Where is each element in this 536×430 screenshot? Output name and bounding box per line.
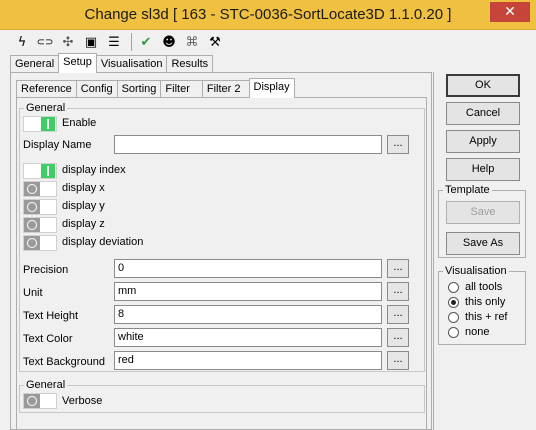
radio-all-tools[interactable]: all tools	[448, 281, 502, 293]
precision-browse-button[interactable]: ...	[387, 259, 409, 278]
puzzle-icon[interactable]: ✣	[58, 33, 78, 51]
radio-label: this + ref	[465, 311, 508, 323]
window-title: Change sl3d [ 163 - STC-0036-SortLocate3…	[84, 6, 452, 23]
general-group-title: General	[24, 102, 68, 114]
apply-button[interactable]: Apply	[446, 130, 520, 153]
display-x-toggle[interactable]	[23, 181, 57, 197]
checkmark-icon[interactable]: ✔	[136, 33, 156, 51]
general-group-2-title: General	[24, 379, 68, 391]
unit-browse-button[interactable]: ...	[387, 282, 409, 301]
network-icon[interactable]: ⌘	[182, 33, 202, 51]
ok-button[interactable]: OK	[446, 74, 520, 97]
display-z-label: display z	[62, 218, 105, 230]
wrench-icon[interactable]: ⚒	[205, 33, 225, 51]
robot-icon[interactable]: ☻	[159, 33, 179, 51]
unit-label: Unit	[23, 287, 43, 299]
vertical-divider	[433, 72, 434, 430]
tab-filter-2[interactable]: Filter 2	[201, 80, 250, 98]
display-y-label: display y	[62, 200, 105, 212]
display-deviation-toggle[interactable]	[23, 235, 57, 251]
radio-label: none	[465, 326, 490, 338]
toolbar-separator	[131, 33, 132, 51]
radio-circle[interactable]	[448, 326, 459, 338]
unit-input[interactable]: mm	[114, 282, 382, 301]
tab-general[interactable]: General	[10, 55, 60, 73]
verbose-toggle[interactable]	[23, 393, 57, 409]
toolbar: ϟ ⊂⊃ ✣ ▣ ☰ ✔ ☻ ⌘ ⚒	[0, 32, 240, 52]
display-name-browse-button[interactable]: ...	[387, 135, 409, 154]
dialog-window: Change sl3d [ 163 - STC-0036-SortLocate3…	[0, 0, 536, 430]
template-group-title: Template	[443, 184, 492, 196]
save-button[interactable]: Save	[446, 201, 520, 224]
tab-display[interactable]: Display	[248, 78, 295, 98]
title-bar: Change sl3d [ 163 - STC-0036-SortLocate3…	[0, 0, 536, 30]
enable-toggle[interactable]	[23, 116, 57, 132]
close-button[interactable]: ✕	[490, 2, 530, 22]
tab-setup[interactable]: Setup	[58, 53, 97, 73]
save-as-button[interactable]: Save As	[446, 232, 520, 255]
tab-reference[interactable]: Reference	[16, 80, 77, 98]
text-background-browse-button[interactable]: ...	[387, 351, 409, 370]
display-deviation-label: display deviation	[62, 236, 144, 248]
text-background-label: Text Background	[23, 356, 105, 368]
display-index-toggle[interactable]	[23, 163, 57, 179]
display-name-input[interactable]	[114, 135, 382, 154]
enable-label: Enable	[62, 117, 97, 129]
radio-circle[interactable]	[448, 281, 459, 293]
cancel-button[interactable]: Cancel	[446, 102, 520, 125]
text-height-label: Text Height	[23, 310, 79, 322]
terminal-icon[interactable]: ▣	[81, 33, 101, 51]
radio-circle[interactable]	[448, 296, 459, 308]
text-height-browse-button[interactable]: ...	[387, 305, 409, 324]
link-icon[interactable]: ⊂⊃	[35, 33, 55, 51]
display-z-toggle[interactable]	[23, 217, 57, 233]
list-icon[interactable]: ☰	[104, 33, 124, 51]
radio-label: this only	[465, 296, 506, 308]
tab-visualisation[interactable]: Visualisation	[95, 55, 168, 73]
sub-tab-strip: Reference Config Sorting Filter Filter 2…	[16, 78, 295, 98]
radio-this-only[interactable]: this only	[448, 296, 505, 308]
radio-circle[interactable]	[448, 311, 459, 323]
help-button[interactable]: Help	[446, 158, 520, 181]
display-name-label: Display Name	[23, 139, 92, 151]
tab-config[interactable]: Config	[75, 80, 118, 98]
text-color-browse-button[interactable]: ...	[387, 328, 409, 347]
display-x-label: display x	[62, 182, 105, 194]
tab-results[interactable]: Results	[166, 55, 214, 73]
radio-label: all tools	[465, 281, 503, 293]
verbose-label: Verbose	[62, 395, 103, 407]
radio-this-plus-ref[interactable]: this + ref	[448, 311, 508, 323]
visualisation-group-title: Visualisation	[443, 265, 509, 277]
display-index-label: display index	[62, 164, 126, 176]
text-color-input[interactable]: white	[114, 328, 382, 347]
main-tab-strip: General Setup Visualisation Results	[10, 53, 214, 73]
text-height-input[interactable]: 8	[114, 305, 382, 324]
display-y-toggle[interactable]	[23, 199, 57, 215]
text-background-input[interactable]: red	[114, 351, 382, 370]
tab-filter[interactable]: Filter	[160, 80, 203, 98]
precision-input[interactable]: 0	[114, 259, 382, 278]
text-color-label: Text Color	[23, 333, 73, 345]
radio-none[interactable]: none	[448, 326, 489, 338]
lightning-icon[interactable]: ϟ	[12, 33, 32, 51]
tab-sorting[interactable]: Sorting	[116, 80, 162, 98]
precision-label: Precision	[23, 264, 69, 276]
